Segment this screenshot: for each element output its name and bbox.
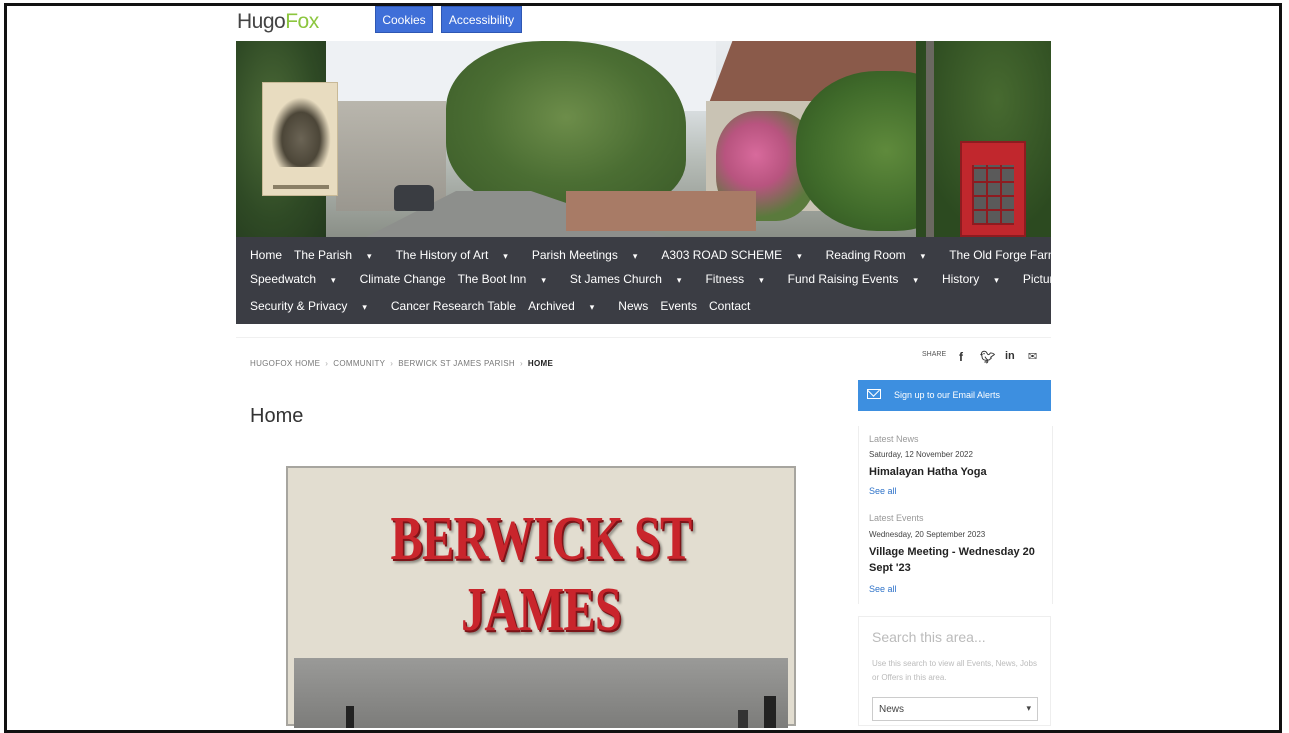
search-help-text: Use this search to view all Events, News…	[872, 659, 1037, 682]
nav-item-security-privacy[interactable]: Security & Privacy ▾	[250, 299, 379, 313]
event-date: Wednesday, 20 September 2023	[869, 530, 986, 539]
caret-down-icon: ▾	[503, 251, 508, 261]
caret-down-icon: ▾	[994, 275, 999, 285]
top-bar: HugoFox Cookies Accessibility	[236, 5, 1051, 35]
main-navigation: Home The Parish ▾ The History of Art ▾ Parish…	[236, 237, 1121, 324]
nav-item-events[interactable]: Events	[660, 299, 697, 313]
header-banner-image	[236, 41, 1051, 237]
nav-item-climate-change[interactable]: Climate Change	[360, 272, 446, 286]
email-alerts-label: Sign up to our Email Alerts	[894, 390, 1001, 400]
caret-down-icon: ▾	[362, 302, 367, 312]
nav-item-fitness[interactable]: Fitness ▾	[705, 272, 775, 286]
email-share-icon[interactable]: ✉︎	[1028, 350, 1037, 363]
email-alerts-button[interactable]: Sign up to our Email Alerts	[858, 380, 1051, 411]
search-type-select[interactable]: News ▾	[872, 697, 1038, 721]
breadcrumb: HUGOFOX HOME › COMMUNITY › BERWICK ST JAMES …	[250, 359, 554, 368]
hugofox-logo[interactable]: HugoFox	[237, 10, 319, 34]
nav-item-contact[interactable]: Contact	[709, 299, 750, 313]
linkedin-icon[interactable]: in	[1005, 350, 1015, 362]
bird-emblem-image	[262, 82, 338, 196]
nav-item-history[interactable]: History ▾	[942, 272, 1011, 286]
caret-down-icon: ▾	[920, 251, 926, 261]
accessibility-button[interactable]: Accessibility	[441, 6, 522, 33]
caret-down-icon: ▾	[589, 302, 595, 312]
nav-item-parish-meetings[interactable]: Parish Meetings ▾	[532, 248, 650, 262]
event-headline[interactable]: Village Meeting - Wednesday 20 Sept '23	[869, 544, 1044, 576]
page-title: Home	[250, 405, 304, 427]
breadcrumb-current: HOME	[527, 359, 554, 368]
nav-item-fund-raising-events[interactable]: Fund Raising Events ▾	[788, 272, 930, 286]
twitter-icon[interactable]: 🐦︎	[980, 350, 995, 364]
news-date: Saturday, 12 November 2022	[869, 450, 973, 459]
nav-item-speedwatch[interactable]: Speedwatch ▾	[250, 272, 348, 286]
nav-row-2: Speedwatch ▾ Climate Change The Boot Inn ▾ St…	[250, 269, 1145, 289]
caret-down-icon: ▾	[913, 275, 918, 285]
latest-news-panel: Latest News Saturday, 12 November 2022 H…	[858, 426, 1053, 604]
chevron-down-icon: ▾	[1026, 703, 1031, 713]
breadcrumb-parish[interactable]: BERWICK ST JAMES PARISH	[398, 359, 515, 368]
caret-down-icon: ▾	[541, 275, 546, 285]
nav-row-3: Security & Privacy ▾ Cancer Research Table…	[250, 296, 762, 316]
nav-item-boot-inn[interactable]: The Boot Inn ▾	[458, 272, 558, 286]
mail-icon	[867, 389, 881, 399]
nav-item-archived[interactable]: Archived ▾	[528, 299, 606, 313]
logo-text-fox: Fox	[285, 10, 319, 33]
nav-item-a303-road-scheme[interactable]: A303 ROAD SCHEME ▾	[661, 248, 813, 262]
breadcrumb-hugofox-home[interactable]: HUGOFOX HOME	[250, 359, 320, 368]
cookies-button[interactable]: Cookies	[375, 6, 433, 33]
caret-down-icon: ▾	[759, 275, 764, 285]
search-input[interactable]: Search this area...	[872, 629, 986, 645]
share-label: SHARE	[922, 351, 947, 358]
latest-news-label: Latest News	[869, 434, 919, 444]
caret-down-icon: ▾	[797, 251, 802, 261]
caret-down-icon: ▾	[632, 251, 638, 261]
caret-down-icon: ▾	[367, 251, 372, 261]
nav-item-reading-room[interactable]: Reading Room ▾	[826, 248, 938, 262]
breadcrumb-bar: HUGOFOX HOME › COMMUNITY › BERWICK ST JAMES …	[236, 337, 1051, 383]
facebook-icon[interactable]: f	[959, 350, 963, 364]
logo-text-hugo: Hugo	[237, 10, 286, 33]
latest-events-label: Latest Events	[869, 513, 924, 523]
news-see-all-link[interactable]: See all	[869, 486, 897, 496]
select-value: News	[879, 704, 905, 715]
nav-item-cancer-research-table[interactable]: Cancer Research Table	[391, 299, 516, 313]
phone-box-image	[960, 141, 1026, 237]
nav-item-old-forge-farm-shop[interactable]: The Old Forge Farm Shop	[949, 248, 1089, 262]
caret-down-icon: ▾	[1116, 275, 1122, 285]
nav-row-1: Home The Parish ▾ The History of Art ▾ Parish…	[250, 245, 1101, 265]
nav-item-st-james-church[interactable]: St James Church ▾	[570, 272, 694, 286]
nav-item-picture-gallery[interactable]: Picture Gallery ▾	[1023, 272, 1133, 286]
berwick-poster-image: BERWICK ST JAMES	[286, 466, 796, 728]
nav-item-the-parish[interactable]: The Parish ▾	[294, 248, 384, 262]
search-area-panel: Search this area... Use this search to v…	[858, 616, 1051, 726]
caret-down-icon: ▾	[676, 275, 682, 285]
breadcrumb-community[interactable]: COMMUNITY	[333, 359, 385, 368]
nav-item-news[interactable]: News	[618, 299, 648, 313]
nav-item-home[interactable]: Home	[250, 248, 282, 262]
main-content: Home BERWICK ST JAMES	[236, 384, 841, 728]
poster-photo	[294, 658, 788, 728]
poster-title: BERWICK ST JAMES	[390, 505, 693, 644]
events-see-all-link[interactable]: See all	[869, 584, 897, 594]
nav-item-history-of-art[interactable]: The History of Art ▾	[396, 248, 520, 262]
news-headline[interactable]: Himalayan Hatha Yoga	[869, 464, 1044, 480]
caret-down-icon: ▾	[331, 275, 336, 285]
